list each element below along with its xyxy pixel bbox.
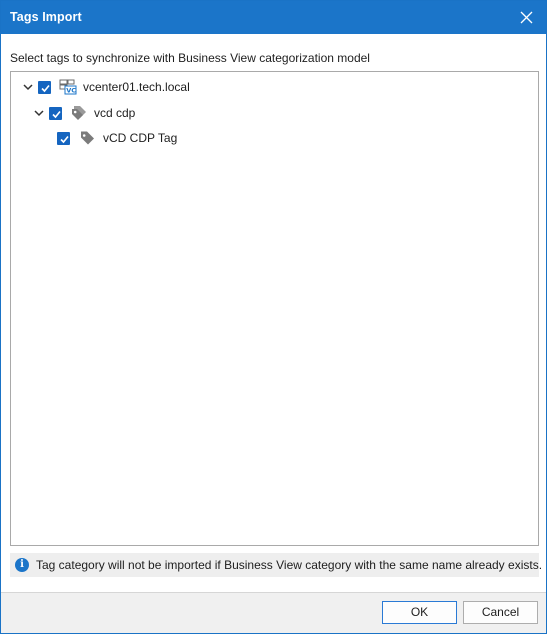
tree-node-label: vcd cdp [94,106,136,120]
close-icon [520,11,533,24]
cancel-button[interactable]: Cancel [463,601,538,624]
tree-node-label: vcenter01.tech.local [83,80,190,94]
info-message: i Tag category will not be imported if B… [10,553,543,577]
tag-category-icon [70,105,88,121]
tree-node-vcenter[interactable]: VC vcenter01.tech.local [22,77,190,97]
info-text: Tag category will not be imported if Bus… [36,558,543,572]
category-checkbox[interactable] [49,106,62,120]
tags-import-dialog: Tags Import Select tags to synchronize w… [0,0,547,634]
tree-node-label: vCD CDP Tag [103,131,178,145]
vcenter-server-icon: VC [59,79,77,95]
close-button[interactable] [514,5,540,31]
info-icon: i [15,558,29,572]
title-bar: Tags Import [1,1,546,34]
vcenter-checkbox[interactable] [38,80,51,94]
tree-node-category[interactable]: vcd cdp [33,103,135,123]
tag-checkbox[interactable] [57,131,70,145]
instruction-text: Select tags to synchronize with Business… [10,51,370,65]
tag-icon [78,130,96,146]
tree-node-tag[interactable]: vCD CDP Tag [57,128,177,148]
dialog-footer: OK Cancel [1,593,546,633]
ok-button[interactable]: OK [382,601,457,624]
svg-text:VC: VC [66,87,76,95]
tag-tree: VC vcenter01.tech.local vcd cdp vCD CDP … [10,71,539,546]
dialog-title: Tags Import [10,10,82,24]
expand-chevron-icon[interactable] [22,81,34,93]
expand-chevron-icon[interactable] [33,107,45,119]
